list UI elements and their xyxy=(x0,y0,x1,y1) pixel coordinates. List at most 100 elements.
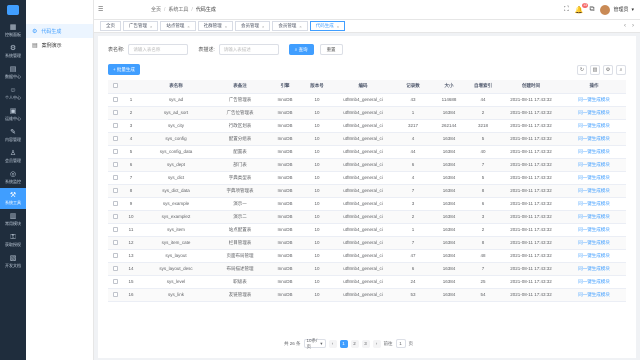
close-icon[interactable]: × xyxy=(262,24,264,29)
gear-icon[interactable]: ⚙ xyxy=(603,64,613,75)
row-checkbox[interactable] xyxy=(112,96,118,102)
page-number-button[interactable]: 1 xyxy=(339,339,348,348)
table-cell: 10 xyxy=(302,106,332,120)
row-checkbox[interactable] xyxy=(112,291,118,297)
search-toggle-icon[interactable]: ⌕ xyxy=(616,64,626,75)
rail-item[interactable]: ◎ 系统监控 xyxy=(0,167,26,188)
rail-item[interactable]: ⚙ 系统管理 xyxy=(0,41,26,62)
sub-nav-item[interactable]: ⚙ 代码生成 xyxy=(26,24,93,38)
page-tab[interactable]: 代码生成 × xyxy=(309,21,346,31)
rail-item[interactable]: ⚿ 获取授权 xyxy=(0,230,26,251)
close-icon[interactable]: × xyxy=(337,24,339,29)
close-icon[interactable]: × xyxy=(299,24,301,29)
close-icon[interactable]: × xyxy=(150,24,152,29)
fullscreen-icon[interactable]: ⛶ xyxy=(564,6,569,14)
table-cell: 6 xyxy=(466,197,500,211)
rail-item[interactable]: ▧ 开发文档 xyxy=(0,251,26,272)
breadcrumb-home[interactable]: 全页 xyxy=(151,6,161,13)
row-checkbox[interactable] xyxy=(112,278,118,284)
select-all-checkbox[interactable] xyxy=(112,83,118,89)
page-tab[interactable]: 会员管理 × xyxy=(272,21,308,31)
jump-page-input[interactable]: 1 xyxy=(395,339,406,348)
generate-module-link[interactable]: 同一键生成模块 xyxy=(562,145,626,159)
row-checkbox[interactable] xyxy=(112,213,118,219)
refresh-icon[interactable]: ↻ xyxy=(577,64,587,75)
table-comment-input[interactable]: 请输入表描述 xyxy=(218,44,279,55)
page-number-button[interactable]: 2 xyxy=(350,339,359,348)
rail-item[interactable]: ▦ 控制面板 xyxy=(0,20,26,41)
rail-item[interactable]: ♙ 会员管理 xyxy=(0,146,26,167)
table-cell: sys_item_cate xyxy=(140,236,212,250)
table-cell: 4 xyxy=(394,171,432,185)
row-checkbox[interactable] xyxy=(112,148,118,154)
row-checkbox[interactable] xyxy=(112,109,118,115)
columns-icon[interactable]: ▥ xyxy=(590,64,600,75)
page-tab[interactable]: 社群管理 × xyxy=(197,21,234,31)
generate-module-link[interactable]: 同一键生成模块 xyxy=(562,210,626,224)
menu-toggle-icon[interactable]: ☰ xyxy=(98,6,103,13)
generate-module-link[interactable]: 同一键生成模块 xyxy=(562,106,626,120)
license-icon: ⚿ xyxy=(10,233,16,241)
table-cell: 2021-08-11 17:43:32 xyxy=(500,184,562,198)
sub-nav-item[interactable]: ▤ 案例演示 xyxy=(26,38,93,52)
column-header[interactable] xyxy=(108,80,122,94)
generate-module-link[interactable]: 同一键生成模块 xyxy=(562,119,626,133)
page-tab-label: 全页 xyxy=(106,23,115,28)
page-tab[interactable]: 会员管理 × xyxy=(235,21,271,31)
user-menu[interactable]: 管理员 ▾ xyxy=(600,4,634,15)
table-cell: 字典项管理表 xyxy=(212,184,268,198)
rail-item[interactable]: ✎ 内容管理 xyxy=(0,125,26,146)
row-checkbox[interactable] xyxy=(112,122,118,128)
rail-item[interactable]: ▣ 运维中心 xyxy=(0,104,26,125)
row-checkbox[interactable] xyxy=(112,200,118,206)
page-number-button[interactable]: 3 xyxy=(361,339,370,348)
generate-module-link[interactable]: 同一键生成模块 xyxy=(562,236,626,250)
chevron-left-icon[interactable]: ‹ xyxy=(624,23,626,29)
page-tab[interactable]: 站点管理 × xyxy=(160,21,196,31)
breadcrumb-parent[interactable]: 系统工具 xyxy=(168,6,188,13)
batch-generate-button[interactable]: + 批量生成 xyxy=(108,64,140,75)
prev-page-button[interactable]: ‹ xyxy=(328,339,337,348)
rail-item-label: 系统监控 xyxy=(5,178,21,184)
generate-module-link[interactable]: 同一键生成模块 xyxy=(562,171,626,185)
table-name-input[interactable]: 请输入表名称 xyxy=(128,44,189,55)
app-logo[interactable] xyxy=(0,0,26,20)
reset-button[interactable]: 重置 xyxy=(319,44,343,55)
generate-module-link[interactable]: 同一键生成模块 xyxy=(562,223,626,237)
row-checkbox[interactable] xyxy=(112,265,118,271)
row-checkbox[interactable] xyxy=(112,161,118,167)
close-icon[interactable]: × xyxy=(225,24,227,29)
bell-icon[interactable]: 🔔 13 xyxy=(575,2,589,14)
generate-module-link[interactable]: 同一键生成模块 xyxy=(562,132,626,146)
next-page-button[interactable]: › xyxy=(372,339,381,348)
table-cell: 5 xyxy=(466,132,500,146)
rail-item[interactable]: ☺ 个人中心 xyxy=(0,83,26,104)
layout-icon[interactable]: ⧉ xyxy=(589,6,594,14)
row-checkbox[interactable] xyxy=(112,226,118,232)
page-tab[interactable]: 广告管理 × xyxy=(123,21,159,31)
generate-module-link[interactable]: 同一键生成模块 xyxy=(562,93,626,107)
row-checkbox[interactable] xyxy=(112,187,118,193)
chevron-right-icon[interactable]: › xyxy=(632,23,634,29)
row-checkbox[interactable] xyxy=(112,174,118,180)
generate-module-link[interactable]: 同一键生成模块 xyxy=(562,275,626,289)
generate-module-link[interactable]: 同一键生成模块 xyxy=(562,249,626,263)
rail-item[interactable]: ⚒ 系统工具 xyxy=(0,188,26,209)
row-checkbox[interactable] xyxy=(112,135,118,141)
row-checkbox[interactable] xyxy=(112,252,118,258)
rail-item[interactable]: ▥ 常用模块 xyxy=(0,209,26,230)
row-checkbox[interactable] xyxy=(112,239,118,245)
close-icon[interactable]: × xyxy=(187,24,189,29)
generate-module-link[interactable]: 同一键生成模块 xyxy=(562,288,626,302)
generate-module-link[interactable]: 同一键生成模块 xyxy=(562,262,626,276)
generate-module-link[interactable]: 同一键生成模块 xyxy=(562,184,626,198)
table-cell: 10 xyxy=(302,288,332,302)
generate-module-link[interactable]: 同一键生成模块 xyxy=(562,158,626,172)
search-button[interactable]: ⌕ 查询 xyxy=(288,44,314,55)
table-cell: 10 xyxy=(302,249,332,263)
column-header: 大小 xyxy=(432,80,466,94)
rail-item[interactable]: ▤ 数据中心 xyxy=(0,62,26,83)
page-size-select[interactable]: 10条/页 ▾ xyxy=(303,338,326,349)
page-tab[interactable]: 全页 xyxy=(100,21,121,31)
generate-module-link[interactable]: 同一键生成模块 xyxy=(562,197,626,211)
